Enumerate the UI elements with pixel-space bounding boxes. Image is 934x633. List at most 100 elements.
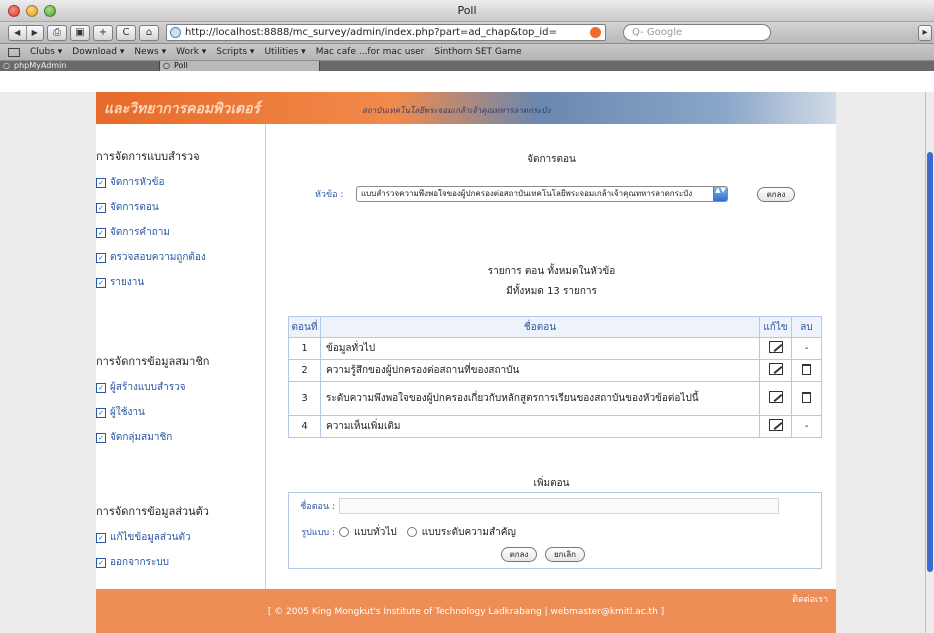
format-row: รูปแบบ : แบบทั่วไป แบบระดับความสำคัญ <box>289 521 821 543</box>
search-input[interactable]: Q- Google <box>623 24 771 41</box>
bookmarks-book-icon[interactable] <box>8 47 20 57</box>
title-bar: Poll <box>0 0 934 22</box>
address-bar[interactable]: http://localhost:8888/mc_survey/admin/in… <box>166 24 606 41</box>
bookmark-item[interactable]: Download ▾ <box>72 47 124 57</box>
member-menu: การจัดการข้อมูลสมาชิก ✓ ผู้สร้างแบบสำรวจ … <box>96 352 266 445</box>
bookmark-item[interactable]: Scripts ▾ <box>216 47 254 57</box>
reload-button[interactable]: C <box>116 24 136 41</box>
chapter-list-title: รายการ ตอน ทั้งหมดในหัวข้อ <box>487 266 616 277</box>
close-tab-icon[interactable]: ○ <box>163 61 170 71</box>
trash-icon[interactable] <box>802 363 811 375</box>
survey-menu: การจัดการแบบสำรวจ ✓ จัดการหัวข้อ ✓ จัดการต… <box>96 147 266 290</box>
copyright-text: [ © 2005 King Mongkut's Institute of Tec… <box>267 607 665 617</box>
checkbox-icon: ✓ <box>96 432 106 443</box>
table-row: 2 ความรู้สึกของผู้ปกครองต่อสถานที่ของสถา… <box>288 359 822 382</box>
topic-label: หัวข้อ : <box>315 190 344 200</box>
survey-menu-heading: การจัดการแบบสำรวจ <box>96 150 200 163</box>
home-button[interactable]: ⌂ <box>139 24 159 41</box>
checkbox-icon: ✓ <box>96 227 106 238</box>
topic-ok-button[interactable]: ตกลง <box>757 186 795 202</box>
chapter-table: ตอนที่ ชื่อตอน แก้ไข ลบ 1 ข้อมูลทั่วไป - <box>288 316 822 438</box>
sidebar-item-logout[interactable]: ✓ ออกจากระบบ <box>96 555 266 570</box>
chapter-no: 1 <box>288 337 321 360</box>
delete-cell <box>791 359 822 382</box>
screen-button[interactable]: ▣ <box>70 24 90 41</box>
checkbox-icon: ✓ <box>96 382 106 393</box>
edit-icon[interactable] <box>768 363 783 375</box>
topic-select[interactable]: แบบสำรวจความพึงพอใจของผู้ปกครองต่อสถาบัน… <box>356 186 728 202</box>
forward-icon[interactable]: ▶ <box>27 26 44 40</box>
sidebar-item-users[interactable]: ✓ ผู้ใช้งาน <box>96 405 266 420</box>
personal-menu: การจัดการข้อมูลส่วนตัว ✓ แก้ไขข้อมูลส่วนต… <box>96 502 266 570</box>
trash-icon[interactable] <box>802 391 811 403</box>
add-chapter-form: ชื่อตอน : รูปแบบ : แบบทั่วไป แบบระดับควา… <box>288 492 822 569</box>
select-arrows-icon: ▲▼ <box>713 187 727 201</box>
sidebar-item-manage-topics[interactable]: ✓ จัดการหัวข้อ <box>96 175 266 190</box>
bookmark-item[interactable]: Utilities ▾ <box>264 47 305 57</box>
table-row: 4 ความเห็นเพิ่มเติม - <box>288 415 822 438</box>
tab-phpmyadmin[interactable]: ○ phpMyAdmin <box>0 61 160 71</box>
format-general-radio[interactable] <box>339 527 349 537</box>
sidebar-item-report[interactable]: ✓ รายงาน <box>96 275 266 290</box>
sidebar-item-manage-chapters[interactable]: ✓ จัดการตอน <box>96 200 266 215</box>
back-forward-buttons[interactable]: ◀ ▶ <box>8 24 44 41</box>
chapter-no: 3 <box>288 381 321 416</box>
checkbox-icon: ✓ <box>96 252 106 263</box>
bookmark-item[interactable]: Sinthorn SET Game <box>434 47 521 57</box>
chapter-name-label: ชื่อตอน : <box>300 502 335 512</box>
scrollbar-thumb[interactable] <box>927 152 933 572</box>
page-content: และวิทยาการคอมพิวเตอร์ สถาบันเทคโนโลยีพร… <box>96 92 836 633</box>
admin-sidebar: การจัดการแบบสำรวจ ✓ จัดการหัวข้อ ✓ จัดการต… <box>96 124 266 589</box>
snapback-icon[interactable] <box>590 27 601 38</box>
close-tab-icon[interactable]: ○ <box>3 61 10 71</box>
chapter-no: 4 <box>288 415 321 438</box>
chapter-name: ความรู้สึกของผู้ปกครองต่อสถานที่ของสถาบั… <box>320 359 760 382</box>
delete-cell: - <box>791 415 822 438</box>
tab-poll[interactable]: ○ Poll <box>160 61 320 71</box>
edit-icon[interactable] <box>768 391 783 403</box>
col-header-no: ตอนที่ <box>288 316 321 338</box>
sidebar-item-edit-profile[interactable]: ✓ แก้ไขข้อมูลส่วนตัว <box>96 530 266 545</box>
add-bookmark-button[interactable]: + <box>93 24 113 41</box>
chapter-name: ความเห็นเพิ่มเติม <box>320 415 760 438</box>
checkbox-icon: ✓ <box>96 177 106 188</box>
edit-icon[interactable] <box>768 419 783 431</box>
toolbar-overflow-button[interactable]: ▸ <box>918 24 932 41</box>
site-banner: และวิทยาการคอมพิวเตอร์ สถาบันเทคโนโลยีพร… <box>96 92 836 124</box>
checkbox-icon: ✓ <box>96 532 106 543</box>
tab-bar: ○ phpMyAdmin ○ Poll <box>0 61 934 71</box>
edit-cell <box>759 337 792 360</box>
chapter-name-input[interactable] <box>339 498 779 514</box>
bookmark-item[interactable]: Mac cafe ...for mac user <box>316 47 425 57</box>
vertical-scrollbar[interactable] <box>925 92 934 633</box>
bookmark-item[interactable]: Work ▾ <box>176 47 206 57</box>
submit-button[interactable]: ตกลง <box>501 547 537 562</box>
table-row: 3 ระดับความพึงพอใจของผู้ปกครองเกี่ยวกับห… <box>288 381 822 416</box>
add-chapter-title: เพิ่มตอน <box>533 478 570 489</box>
sidebar-item-verify[interactable]: ✓ ตรวจสอบความถูกต้อง <box>96 250 266 265</box>
col-header-delete: ลบ <box>791 316 822 338</box>
edit-cell <box>759 415 792 438</box>
col-header-edit: แก้ไข <box>759 316 792 338</box>
browser-toolbar: ◀ ▶ ⎙ ▣ + C ⌂ http://localhost:8888/mc_s… <box>0 22 934 44</box>
main-panel: จัดการตอน หัวข้อ : แบบสำรวจความพึงพอใจขอ… <box>267 124 836 589</box>
col-header-name: ชื่อตอน <box>320 316 760 338</box>
personal-menu-heading: การจัดการข้อมูลส่วนตัว <box>96 505 209 518</box>
sidebar-item-survey-creators[interactable]: ✓ ผู้สร้างแบบสำรวจ <box>96 380 266 395</box>
edit-icon[interactable] <box>768 341 783 353</box>
sidebar-item-member-groups[interactable]: ✓ จัดกลุ่มสมาชิก <box>96 430 266 445</box>
bookmark-item[interactable]: Clubs ▾ <box>30 47 62 57</box>
banner-title: และวิทยาการคอมพิวเตอร์ <box>104 101 261 117</box>
table-header-row: ตอนที่ ชื่อตอน แก้ไข ลบ <box>288 316 822 338</box>
format-rating-radio[interactable] <box>406 527 417 537</box>
contact-link[interactable]: ติดต่อเรา <box>792 592 828 606</box>
bookmark-item[interactable]: News ▾ <box>134 47 166 57</box>
window-title: Poll <box>457 4 477 17</box>
cancel-button[interactable]: ยกเลิก <box>545 547 585 562</box>
back-icon[interactable]: ◀ <box>9 25 27 40</box>
name-row: ชื่อตอน : <box>289 495 821 517</box>
sidebar-item-manage-questions[interactable]: ✓ จัดการคำถาม <box>96 225 266 240</box>
checkbox-icon: ✓ <box>96 277 106 288</box>
page-footer: ติดต่อเรา [ © 2005 King Mongkut's Instit… <box>96 589 836 633</box>
print-button[interactable]: ⎙ <box>47 24 67 41</box>
